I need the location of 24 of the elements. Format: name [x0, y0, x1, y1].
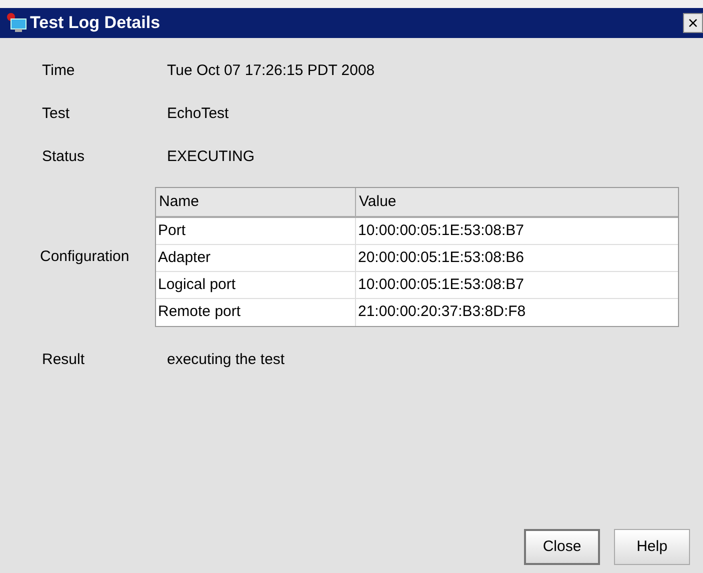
table-cell: Logical port — [156, 272, 356, 298]
field-label: Status — [42, 147, 86, 167]
field-value: EchoTest — [167, 104, 229, 124]
field-label: Configuration — [40, 246, 130, 267]
table-cell: Adapter — [156, 245, 356, 271]
column-header[interactable]: Name — [156, 188, 356, 216]
table-cell-text: 10:00:00:05:1E:53:08:B7 — [357, 220, 525, 241]
field-label: Test — [42, 104, 71, 124]
computer-icon — [6, 12, 28, 34]
window-title: Test Log Details — [30, 12, 160, 34]
table-cell-text: 21:00:00:20:37:B3:8D:F8 — [357, 302, 527, 322]
dialog-button[interactable]: Close — [524, 529, 600, 565]
field-label: Time — [42, 61, 76, 81]
table-cell: Remote port — [156, 299, 356, 326]
table-cell: Port — [156, 218, 356, 244]
field-label: Result — [42, 350, 86, 370]
field-value: Tue Oct 07 17:26:15 PDT 2008 — [167, 61, 375, 81]
table-cell-text: 10:00:00:05:1E:53:08:B7 — [357, 274, 525, 295]
dialog-button[interactable]: Help — [614, 529, 690, 565]
column-header[interactable]: Value — [356, 188, 678, 216]
table-cell-text: 20:00:00:05:1E:53:08:B6 — [357, 248, 525, 268]
field-value: EXECUTING — [167, 147, 255, 167]
field-value: executing the test — [167, 350, 285, 370]
close-button[interactable]: × — [683, 13, 703, 33]
